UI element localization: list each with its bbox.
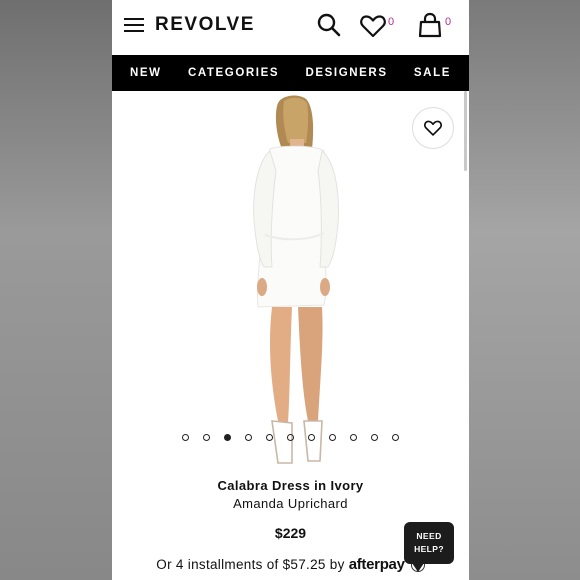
category-nav: NEW CATEGORIES DESIGNERS SALE <box>112 55 469 91</box>
gallery-dot[interactable] <box>203 434 210 441</box>
product-name: Calabra Dress in Ivory <box>217 478 364 493</box>
need-help-button[interactable]: NEED HELP? <box>404 522 454 572</box>
search-icon[interactable] <box>316 12 342 38</box>
help-line-1: NEED <box>416 531 442 541</box>
gallery-dot[interactable] <box>371 434 378 441</box>
gallery-dot[interactable] <box>392 434 399 441</box>
product-photo <box>253 95 339 464</box>
gallery-dot[interactable] <box>266 434 273 441</box>
logo[interactable]: REVOLVE <box>155 14 255 36</box>
product-image-gallery[interactable] <box>112 91 469 471</box>
nav-item-new[interactable]: NEW <box>130 67 162 79</box>
gallery-pagination <box>112 434 469 441</box>
heart-icon <box>424 120 442 136</box>
afterpay-logo: afterpay <box>348 556 405 573</box>
heart-icon[interactable] <box>359 13 387 39</box>
nav-item-sale[interactable]: SALE <box>414 67 451 79</box>
gallery-dot[interactable] <box>329 434 336 441</box>
bag-icon[interactable] <box>417 12 443 38</box>
menu-icon[interactable] <box>124 18 144 32</box>
top-bar: REVOLVE 0 0 <box>112 0 469 55</box>
product-brand[interactable]: Amanda Uprichard <box>112 496 469 511</box>
wishlist-count-badge: 0 <box>388 16 395 28</box>
gallery-dot[interactable] <box>308 434 315 441</box>
gallery-dot[interactable] <box>245 434 252 441</box>
gallery-dot[interactable] <box>287 434 294 441</box>
gallery-dot[interactable] <box>350 434 357 441</box>
nav-item-categories[interactable]: CATEGORIES <box>188 67 279 79</box>
nav-item-designers[interactable]: DESIGNERS <box>305 67 387 79</box>
background-right <box>469 0 580 580</box>
gallery-dot[interactable] <box>224 434 231 441</box>
help-line-2: HELP? <box>414 544 444 554</box>
scrollbar[interactable] <box>464 91 467 171</box>
background-left <box>0 0 112 580</box>
installments-text: Or 4 installments of $57.25 by <box>156 557 345 572</box>
bag-count-badge: 0 <box>445 16 452 28</box>
gallery-dot[interactable] <box>182 434 189 441</box>
phone-screen: REVOLVE 0 0 NEW CATEGORIES DESIGNERS SAL… <box>112 0 469 580</box>
add-to-wishlist-button[interactable] <box>412 107 454 149</box>
